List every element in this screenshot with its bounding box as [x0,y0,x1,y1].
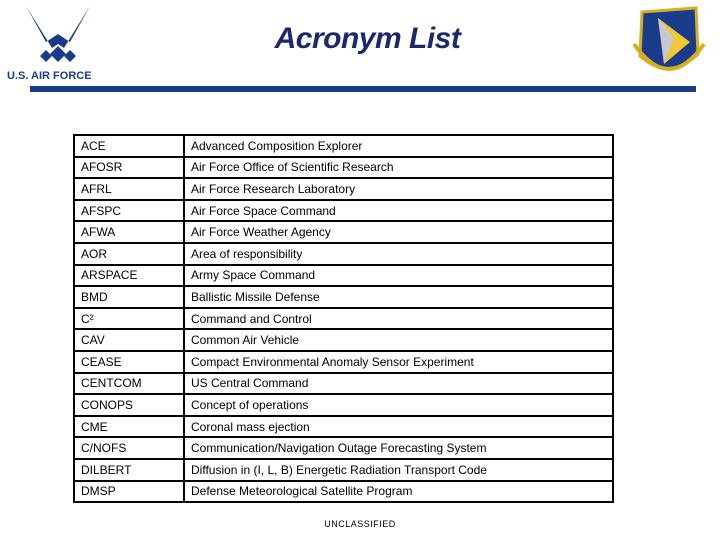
table-row: BMD Ballistic Missile Defense [74,285,614,308]
meaning-cell: Air Force Weather Agency [184,220,614,243]
acronym-cell: CAV [74,328,185,351]
table-row: AFSPC Air Force Space Command [74,198,614,222]
table-row: AFRL Air Force Research Laboratory [74,177,614,200]
acronym-cell: AOR [74,241,185,265]
meaning-cell: Command and Control [184,306,614,330]
table-row: AOR Area of responsibility [74,241,614,265]
table-row: CAV Common Air Vehicle [74,328,614,351]
classification-label: UNCLASSIFIED [324,519,396,529]
meaning-cell: US Central Command [184,371,614,395]
meaning-cell: Common Air Vehicle [184,328,614,351]
acronym-cell: AFSPC [74,198,185,222]
table-row: DMSP Defense Meteorological Satellite Pro… [74,479,614,503]
table-row: ACE Advanced Composition Explorer [74,134,614,157]
meaning-cell: Compact Environmental Anomaly Sensor Exp… [184,349,614,373]
meaning-cell: Concept of operations [184,393,614,416]
acronym-cell: AFOSR [74,155,185,179]
acronym-cell: DILBERT [74,457,185,481]
meaning-cell: Ballistic Missile Defense [184,285,614,308]
table-row: C/NOFS Communication/Navigation Outage Fo… [74,436,614,459]
meaning-cell: Area of responsibility [184,241,614,265]
acronym-cell: AFRL [74,177,185,200]
air-force-logo-text: U.S. AIR FORCE [7,70,92,82]
table-row: DILBERT Diffusion in (I, L, B) Energetic … [74,457,614,481]
acronym-table: ACE Advanced Composition Explorer AFOSR Air… [73,134,614,504]
acronym-cell: DMSP [74,479,185,503]
page-title: Acronym List [274,22,461,55]
table-row: CME Coronal mass ejection [74,414,614,438]
meaning-cell: Defense Meteorological Satellite Program [184,479,614,503]
afrl-seal-icon [632,6,706,71]
table-row: AFOSR Air Force Office of Scientific Rese… [74,155,614,179]
meaning-cell: Army Space Command [184,263,614,287]
table-row: ARSPACE Army Space Command [74,263,614,287]
acronym-cell: ARSPACE [74,263,185,287]
table-row: AFWA Air Force Weather Agency [74,220,614,243]
table-row: CENTCOM US Central Command [74,371,614,395]
acronym-cell: BMD [74,285,185,308]
acronym-cell: C² [74,306,185,330]
meaning-cell: Air Force Space Command [184,198,614,222]
meaning-cell: Advanced Composition Explorer [184,134,614,157]
acronym-cell: C/NOFS [74,436,185,459]
table-row: CONOPS Concept of operations [74,393,614,416]
header-divider [30,86,696,92]
table-row: CEASE Compact Environmental Anomaly Senso… [74,349,614,373]
acronym-cell: CONOPS [74,393,185,416]
meaning-cell: Communication/Navigation Outage Forecast… [184,436,614,459]
acronym-cell: AFWA [74,220,185,243]
meaning-cell: Air Force Office of Scientific Research [184,155,614,179]
meaning-cell: Diffusion in (I, L, B) Energetic Radiati… [184,457,614,481]
meaning-cell: Air Force Research Laboratory [184,177,614,200]
table-row: C² Command and Control [74,306,614,330]
acronym-cell: CEASE [74,349,185,373]
acronym-cell: ACE [74,134,185,157]
acronym-cell: CME [74,414,185,438]
acronym-cell: CENTCOM [74,371,185,395]
meaning-cell: Coronal mass ejection [184,414,614,438]
